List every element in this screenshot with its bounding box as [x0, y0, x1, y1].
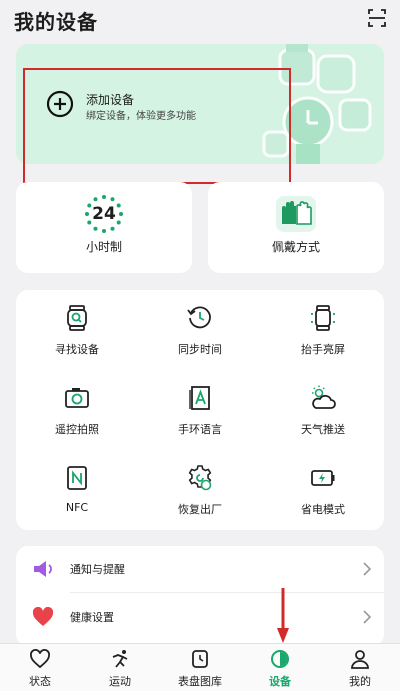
run-icon [112, 650, 128, 668]
clock-24-icon: 24 [84, 194, 124, 234]
hour-format-card[interactable]: 24 小时制 [16, 182, 192, 273]
watch-search-icon [67, 305, 87, 331]
tab-device[interactable]: 设备 [240, 644, 320, 691]
feature-label: 寻找设备 [55, 343, 99, 356]
feature-grid: 寻找设备 同步时间 抬手亮屏 遥控拍照 手环语言 天气推送 NFC 恢复出厂 省… [16, 290, 384, 530]
scan-icon[interactable] [368, 9, 386, 27]
tab-label: 表盘图库 [178, 675, 222, 688]
settings-row-health[interactable]: 健康设置 [16, 594, 384, 640]
feature-power-saving[interactable]: 省电模式 [262, 450, 384, 530]
page-title: 我的设备 [14, 10, 98, 34]
tab-status[interactable]: 状态 [0, 644, 80, 691]
feature-factory-reset[interactable]: 恢复出厂 [139, 450, 261, 530]
tab-label: 运动 [109, 675, 131, 688]
plus-circle-icon[interactable] [46, 90, 74, 118]
feature-label: 手环语言 [178, 423, 222, 436]
hour-format-value: 24 [92, 204, 116, 224]
feature-sync-time[interactable]: 同步时间 [139, 290, 261, 370]
tab-label: 我的 [349, 675, 371, 688]
wear-mode-label: 佩戴方式 [271, 240, 320, 254]
weather-icon [312, 385, 336, 409]
watchface-icon [192, 650, 208, 668]
camera-icon [65, 388, 89, 408]
language-icon [189, 386, 210, 410]
tab-label: 状态 [29, 675, 51, 688]
feature-label: 天气推送 [301, 423, 345, 436]
add-device-card[interactable]: 添加设备 绑定设备，体验更多功能 [16, 44, 384, 164]
tab-sport[interactable]: 运动 [80, 644, 160, 691]
settings-row-label: 健康设置 [70, 611, 114, 624]
feature-raise-to-wake[interactable]: 抬手亮屏 [262, 290, 384, 370]
hour-format-label: 小时制 [85, 240, 122, 254]
feature-find-device[interactable]: 寻找设备 [16, 290, 138, 370]
battery-saver-icon [311, 470, 335, 486]
feature-nfc[interactable]: NFC [16, 450, 138, 530]
feature-band-language[interactable]: 手环语言 [139, 370, 261, 450]
clock-sync-icon [187, 306, 211, 329]
tab-watchface-gallery[interactable]: 表盘图库 [160, 644, 240, 691]
feature-remote-camera[interactable]: 遥控拍照 [16, 370, 138, 450]
nfc-icon [67, 466, 87, 490]
speaker-icon [34, 561, 52, 577]
add-device-subtitle: 绑定设备，体验更多功能 [86, 111, 196, 122]
person-icon [351, 650, 369, 669]
tab-label: 设备 [269, 675, 291, 688]
add-device-title: 添加设备 [86, 93, 135, 107]
gear-reset-icon [188, 465, 212, 491]
feature-label: NFC [65, 501, 89, 514]
header: 我的设备 [0, 0, 400, 40]
bottom-tab-bar: 状态 运动 表盘图库 设备 我的 [0, 643, 400, 691]
hands-icon [276, 196, 316, 232]
settings-row-notifications[interactable]: 通知与提醒 [16, 546, 384, 593]
feature-label: 同步时间 [178, 343, 222, 356]
tab-me[interactable]: 我的 [320, 644, 400, 691]
feature-weather-push[interactable]: 天气推送 [262, 370, 384, 450]
divider [70, 592, 384, 593]
heart-outline-icon [30, 649, 50, 669]
heart-icon [32, 607, 54, 626]
feature-label: 省电模式 [301, 503, 345, 516]
feature-label: 遥控拍照 [55, 423, 99, 436]
chevron-right-icon [363, 610, 372, 624]
settings-list: 通知与提醒 健康设置 [16, 546, 384, 646]
watch-illustration-icon [262, 44, 372, 164]
feature-label: 恢复出厂 [178, 503, 222, 516]
feature-label: 抬手亮屏 [301, 343, 345, 356]
wear-mode-card[interactable]: 佩戴方式 [208, 182, 384, 273]
device-icon [271, 650, 289, 668]
watch-raise-icon [311, 305, 335, 331]
chevron-right-icon [363, 562, 372, 576]
settings-row-label: 通知与提醒 [70, 563, 125, 576]
